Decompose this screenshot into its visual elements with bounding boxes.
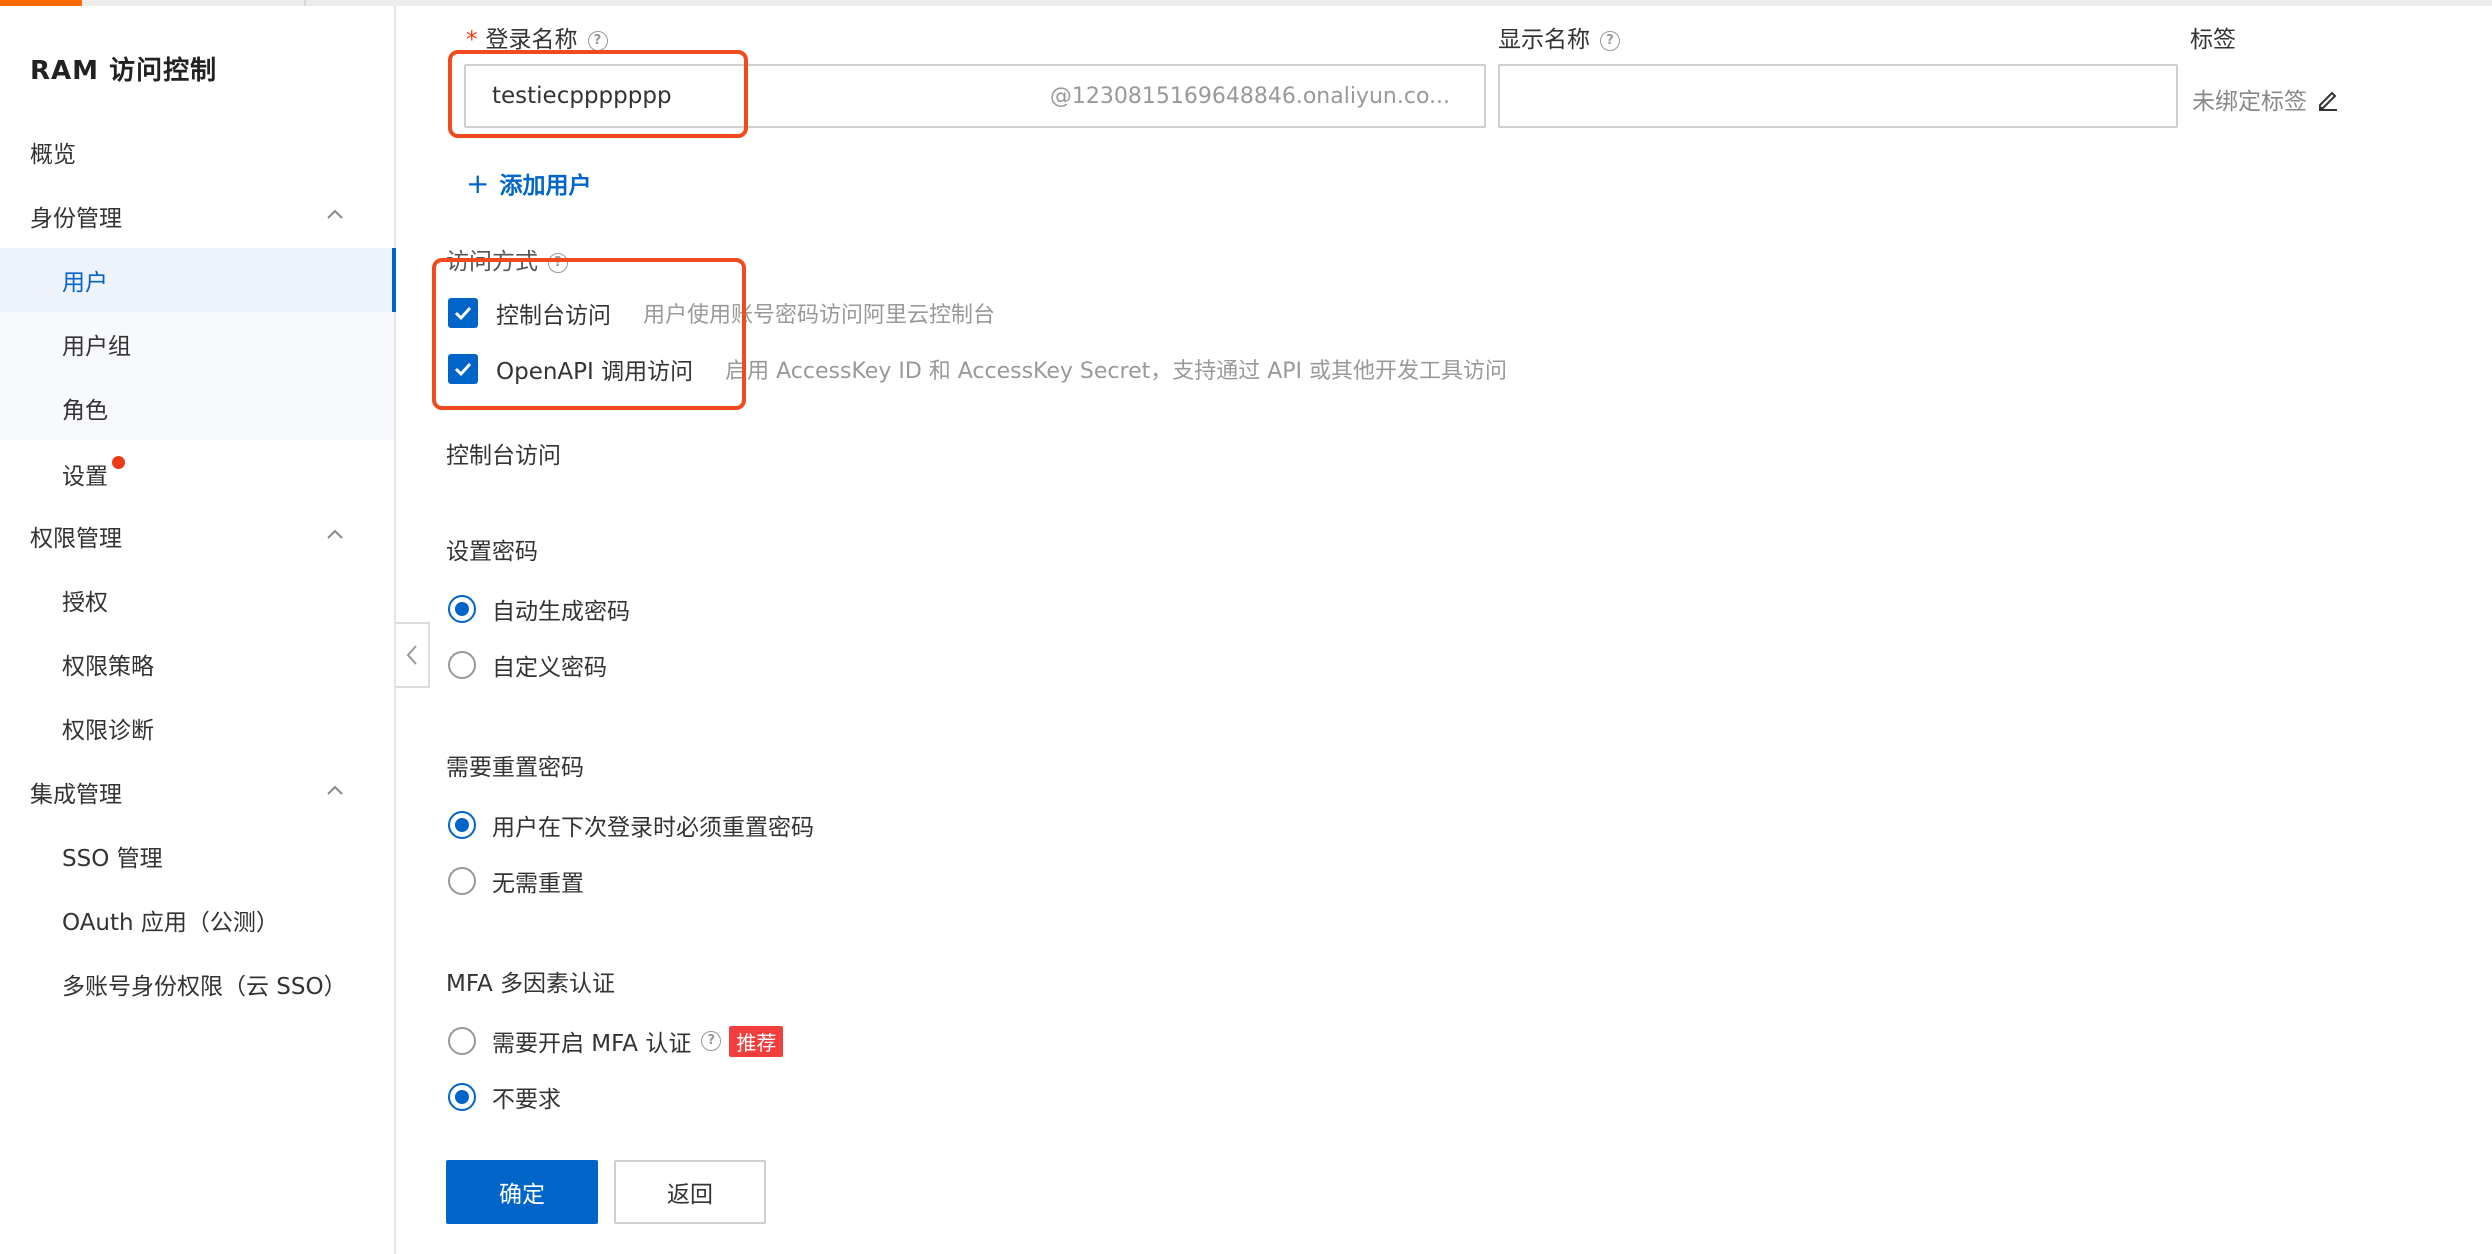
chevron-left-icon [406,645,417,665]
sidebar-item-label: 设置 [62,464,108,490]
tag-edit[interactable]: 未绑定标签 [2192,82,2341,116]
access-mode-highlight [432,258,746,410]
custom-password-option[interactable]: 自定义密码 [448,648,607,682]
reset-next-login-radio[interactable] [448,811,476,839]
back-button[interactable]: 返回 [614,1160,766,1224]
sidebar-item-roles[interactable]: 角色 [0,376,394,440]
sidebar-item-users[interactable]: 用户 [0,248,396,312]
sidebar: RAM 访问控制 概览 身份管理 用户 用户组 角色 设置 权限管理 授权 权限… [0,6,396,1254]
openapi-access-desc: 启用 AccessKey ID 和 AccessKey Secret，支持通过 … [725,359,1508,384]
edit-icon[interactable] [2315,86,2341,112]
main-content: * 登录名称? 显示名称? 标签 testiecppppppp @12308151… [430,6,2492,1254]
no-reset-radio[interactable] [448,867,476,895]
confirm-button[interactable]: 确定 [446,1160,598,1224]
help-icon[interactable]: ? [1600,30,1620,51]
sidebar-item-label: 集成管理 [30,782,122,808]
console-section-title: 控制台访问 [446,443,561,469]
login-name-highlight [448,50,748,138]
sidebar-item-oauth[interactable]: OAuth 应用（公测） [0,888,394,952]
sidebar-item-user-groups[interactable]: 用户组 [0,312,394,376]
sidebar-title: RAM 访问控制 [30,56,218,86]
no-reset-option[interactable]: 无需重置 [448,864,584,898]
mfa-not-required-radio[interactable] [448,1083,476,1111]
add-user-link[interactable]: + 添加用户 [466,166,591,200]
sidebar-item-label: 权限诊断 [62,718,154,744]
sidebar-collapse-button[interactable] [396,622,430,688]
help-icon[interactable]: ? [701,1031,722,1051]
sidebar-item-label: 角色 [62,398,108,424]
sidebar-item-label: 概览 [30,142,76,168]
sidebar-group-identity[interactable]: 身份管理 [0,184,394,248]
sidebar-item-label: SSO 管理 [62,846,163,872]
sidebar-item-label: 用户 [62,270,108,296]
chevron-up-icon [327,209,343,219]
display-name-label: 显示名称? [1498,20,1620,54]
help-icon[interactable]: ? [587,30,608,51]
login-name-label: * 登录名称? [466,20,608,54]
sidebar-item-sso[interactable]: SSO 管理 [0,824,394,888]
mfa-required-radio[interactable] [448,1027,476,1055]
sidebar-item-label: 授权 [62,590,108,616]
sidebar-item-cloud-sso[interactable]: 多账号身份权限（云 SSO） [0,952,394,1016]
custom-password-radio[interactable] [448,651,476,679]
sidebar-group-permissions[interactable]: 权限管理 [0,504,394,568]
tag-label: 标签 [2190,27,2236,53]
chevron-up-icon [327,529,343,539]
reset-password-label: 需要重置密码 [446,755,584,781]
notification-dot [112,455,125,469]
sidebar-item-label: 权限策略 [62,654,154,680]
auto-password-radio[interactable] [448,595,476,623]
recommend-badge: 推荐 [729,1025,784,1057]
plus-icon: + [466,166,490,200]
sidebar-item-label: OAuth 应用（公测） [62,910,279,936]
display-name-input[interactable] [1498,64,2178,128]
sidebar-group-integration[interactable]: 集成管理 [0,760,394,824]
mfa-not-required-option[interactable]: 不要求 [448,1080,561,1114]
chevron-up-icon [327,785,343,795]
auto-password-option[interactable]: 自动生成密码 [448,592,630,626]
login-name-domain-suffix: @1230815169648846.onaliyun.co... [1049,83,1450,109]
tag-value: 未绑定标签 [2192,89,2307,115]
sidebar-item-policies[interactable]: 权限策略 [0,632,394,696]
sidebar-item-label: 权限管理 [30,526,122,552]
sidebar-item-label: 用户组 [62,334,131,360]
reset-next-login-option[interactable]: 用户在下次登录时必须重置密码 [448,808,814,842]
sidebar-item-diagnosis[interactable]: 权限诊断 [0,696,394,760]
sidebar-item-label: 多账号身份权限（云 SSO） [62,974,347,1000]
sidebar-item-settings[interactable]: 设置 [0,442,394,506]
mfa-required-option[interactable]: 需要开启 MFA 认证 ? 推荐 [448,1024,784,1058]
sidebar-item-label: 身份管理 [30,206,122,232]
sidebar-item-grants[interactable]: 授权 [0,568,394,632]
set-password-label: 设置密码 [446,539,538,565]
mfa-label: MFA 多因素认证 [446,971,616,997]
sidebar-item-overview[interactable]: 概览 [0,120,394,184]
